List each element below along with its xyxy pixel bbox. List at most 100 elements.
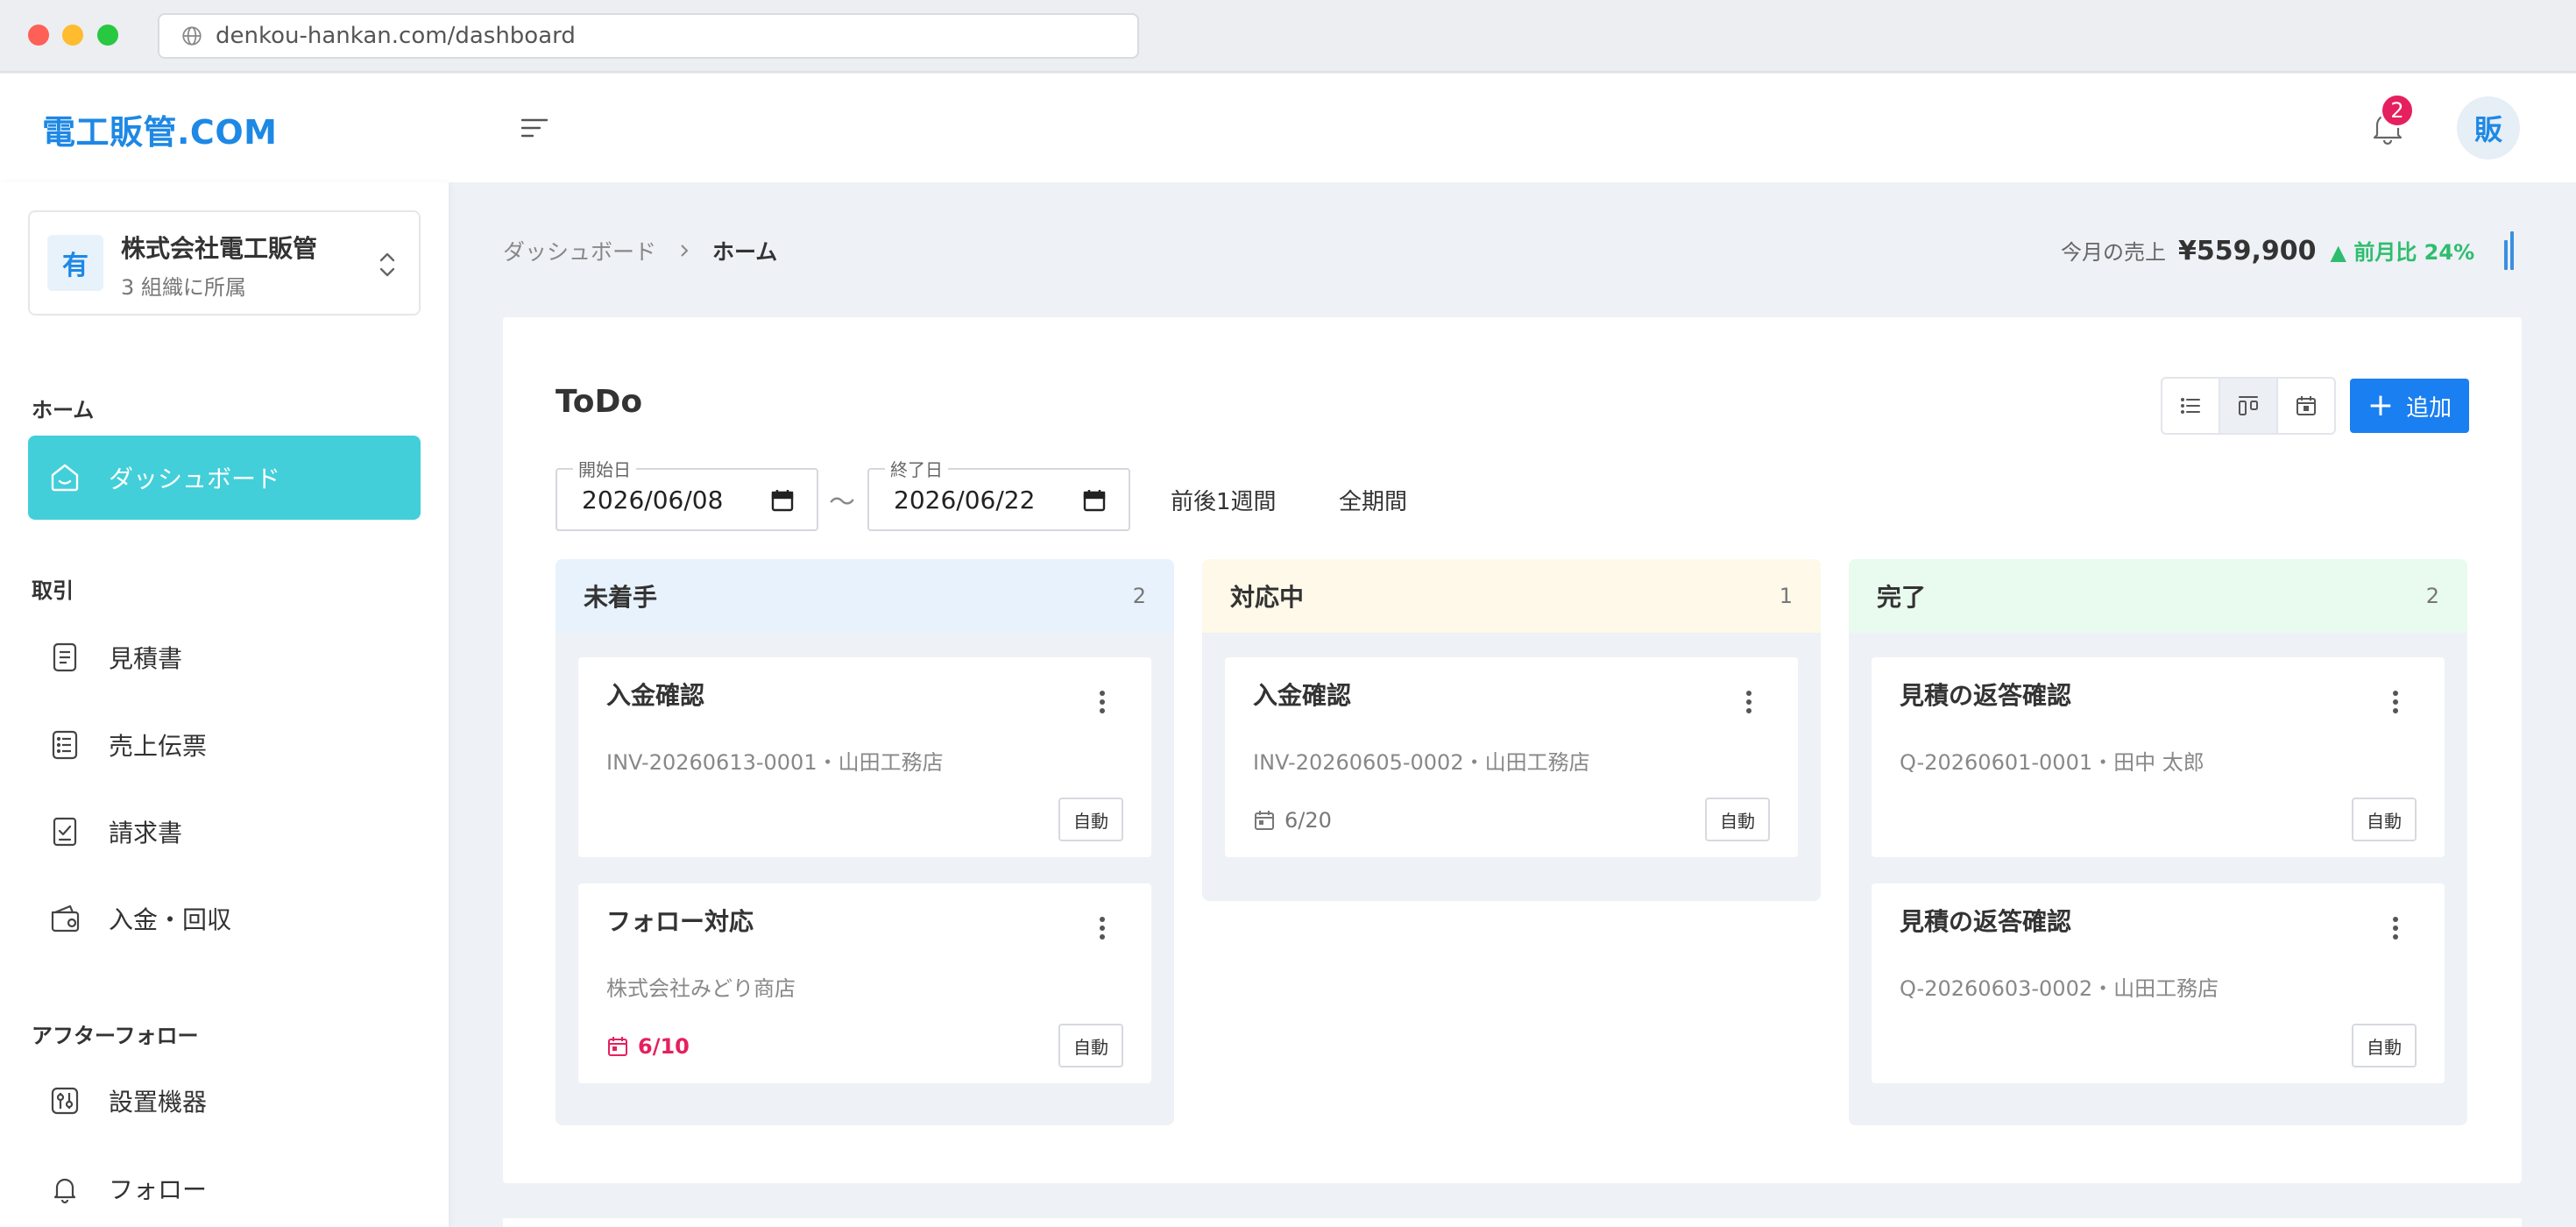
task-card[interactable]: 見積の返答確認 Q-20260601-0001・田中 太郎 自動: [1872, 657, 2445, 857]
nav-section-home: ホーム: [32, 398, 95, 422]
sidebar-item-payments[interactable]: 入金・回収: [28, 876, 421, 961]
sidebar-item-label: ダッシュボード: [109, 465, 281, 493]
task-subtitle: Q-20260603-0002・山田工務店: [1900, 976, 2219, 1001]
task-card[interactable]: 入金確認 INV-20260605-0002・山田工務店 6/20 自動: [1225, 657, 1798, 857]
task-card[interactable]: フォロー対応 株式会社みどり商店 6/10 自動: [578, 883, 1151, 1083]
chevron-right-icon: [681, 245, 689, 257]
task-card[interactable]: 入金確認 INV-20260613-0001・山田工務店 自動: [578, 657, 1151, 857]
url-text: denkou-hankan.com/dashboard: [216, 23, 576, 49]
invoice-check-icon: [53, 817, 77, 847]
view-list-button[interactable]: [2162, 379, 2220, 433]
end-date-field[interactable]: 終了日 2026/06/22: [867, 456, 1130, 531]
view-kanban-button[interactable]: [2220, 379, 2278, 433]
sidebar-item-follow[interactable]: フォロー: [28, 1146, 421, 1227]
wallet-icon: [51, 904, 80, 933]
sidebar-item-quotes[interactable]: 見積書: [28, 615, 421, 699]
column-header: 対応中 1: [1202, 559, 1821, 633]
task-title: フォロー対応: [606, 907, 754, 936]
window-close-button[interactable]: [28, 25, 49, 46]
sidebar-item-dashboard[interactable]: ダッシュボード: [28, 436, 421, 520]
column-header: 完了 2: [1849, 559, 2467, 633]
task-title: 入金確認: [1253, 681, 1352, 710]
range-separator: 〜: [829, 487, 855, 518]
task-due-date-text: 6/20: [1284, 808, 1332, 833]
task-due-date: 6/10: [606, 1034, 690, 1059]
task-subtitle: INV-20260605-0002・山田工務店: [1253, 750, 1590, 775]
more-vertical-icon[interactable]: [1099, 915, 1106, 941]
org-name: 株式会社電工販管: [121, 234, 318, 263]
calendar-icon: [1255, 811, 1274, 830]
browser-chrome: denkou-hankan.com/dashboard: [0, 0, 2576, 73]
window-maximize-button[interactable]: [97, 25, 118, 46]
more-vertical-icon[interactable]: [2392, 689, 2399, 715]
breadcrumb-parent[interactable]: ダッシュボード: [503, 235, 656, 266]
chevron-updown-icon: [379, 252, 395, 277]
nav-section-aftercare: アフターフォロー: [32, 1024, 199, 1048]
list-view-icon: [2181, 398, 2200, 414]
monthly-sales-summary: 今月の売上 ¥559,900 ▲ 前月比 24%: [2061, 235, 2474, 266]
task-card[interactable]: 見積の返答確認 Q-20260603-0002・山田工務店 自動: [1872, 883, 2445, 1083]
view-mode-toggle: [2161, 377, 2336, 435]
task-auto-tag[interactable]: 自動: [1705, 798, 1770, 841]
sidebar-item-installed-devices[interactable]: 設置機器: [28, 1059, 421, 1143]
start-date-value: 2026/06/08: [582, 486, 724, 514]
task-auto-tag[interactable]: 自動: [2352, 1024, 2417, 1067]
column-count: 1: [1779, 584, 1793, 608]
add-todo-button[interactable]: + 追加: [2350, 379, 2469, 433]
globe-icon: [182, 26, 202, 46]
more-vertical-icon[interactable]: [1099, 689, 1106, 715]
end-date-value: 2026/06/22: [894, 486, 1036, 514]
more-vertical-icon[interactable]: [1745, 689, 1752, 715]
sales-change: ▲ 前月比 24%: [2330, 240, 2475, 265]
more-vertical-icon[interactable]: [2392, 915, 2399, 941]
task-auto-tag[interactable]: 自動: [1058, 798, 1123, 841]
calendar-icon: [608, 1037, 627, 1056]
task-due-date-text: 6/10: [638, 1034, 690, 1059]
org-switcher[interactable]: 有 株式会社電工販管 3 組織に所属: [28, 210, 421, 316]
menu-toggle-icon[interactable]: [517, 110, 552, 145]
column-count: 2: [1132, 584, 1146, 608]
list-icon: [52, 730, 78, 760]
task-title: 入金確認: [606, 681, 705, 710]
sidebar-item-label: 入金・回収: [109, 905, 232, 934]
column-header: 未着手 2: [556, 559, 1174, 633]
sidebar-item-sales-slips[interactable]: 売上伝票: [28, 703, 421, 787]
start-date-field[interactable]: 開始日 2026/06/08: [556, 456, 818, 531]
kanban-view-icon: [2239, 396, 2258, 415]
sales-label: 今月の売上: [2061, 240, 2166, 265]
start-date-label: 開始日: [573, 456, 636, 481]
range-week-button[interactable]: 前後1週間: [1171, 484, 1277, 516]
add-button-label: 追加: [2406, 394, 2452, 422]
window-minimize-button[interactable]: [62, 25, 83, 46]
view-calendar-button[interactable]: [2278, 379, 2334, 433]
address-bar[interactable]: denkou-hankan.com/dashboard: [158, 13, 1139, 59]
bell-icon: [53, 1178, 76, 1204]
todo-title: ToDo: [556, 384, 643, 420]
task-due-date: 6/20: [1253, 808, 1332, 833]
document-icon: [53, 642, 77, 672]
sidebar-item-label: 請求書: [109, 819, 183, 848]
task-auto-tag[interactable]: 自動: [2352, 798, 2417, 841]
end-date-label: 終了日: [885, 456, 948, 481]
sidebar-item-invoices[interactable]: 請求書: [28, 790, 421, 874]
calendar-picker-icon[interactable]: [769, 487, 796, 514]
calendar-picker-icon[interactable]: [1081, 487, 1108, 514]
breadcrumb: ダッシュボード ホーム: [503, 235, 777, 266]
task-auto-tag[interactable]: 自動: [1058, 1024, 1123, 1067]
device-settings-icon: [51, 1087, 79, 1115]
task-subtitle: Q-20260601-0001・田中 太郎: [1900, 750, 2204, 775]
notification-badge: 2: [2380, 93, 2415, 128]
home-icon: [51, 464, 79, 492]
todo-card: ToDo + 追加 開始日 2026/06/08 〜 終了日 2026/06/2…: [503, 317, 2522, 1183]
org-avatar: 有: [47, 235, 103, 291]
app-logo[interactable]: 電工販管.COM: [42, 105, 277, 153]
org-membership: 3 組織に所属: [121, 275, 246, 300]
nav-section-transactions: 取引: [32, 578, 74, 603]
range-all-button[interactable]: 全期間: [1339, 484, 1407, 516]
sales-sparkline-icon: [2504, 231, 2515, 270]
user-avatar[interactable]: 販: [2457, 96, 2520, 160]
task-subtitle: INV-20260613-0001・山田工務店: [606, 750, 944, 775]
kanban-column-in-progress: 対応中 1 入金確認 INV-20260605-0002・山田工務店 6/20 …: [1202, 559, 1821, 901]
app-header: 電工販管.COM 2 販: [0, 74, 2576, 182]
sidebar-item-label: フォロー: [109, 1175, 208, 1204]
